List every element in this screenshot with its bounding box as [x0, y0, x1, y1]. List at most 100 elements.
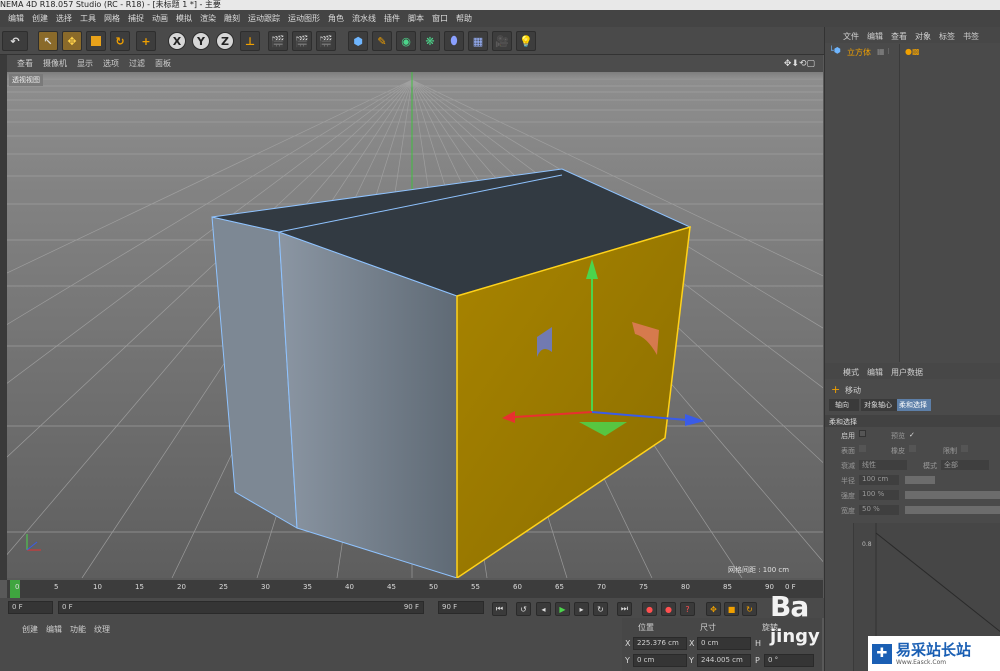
menu-select[interactable]: 选择 [56, 13, 72, 24]
menu-help[interactable]: 帮助 [456, 13, 472, 24]
tab-axis[interactable]: 轴向 [829, 399, 859, 411]
render-settings-icon[interactable]: 🎬 [316, 31, 336, 51]
strength-field[interactable]: 100 % [859, 490, 899, 500]
light-icon[interactable]: 💡 [516, 31, 536, 51]
menu-render[interactable]: 渲染 [200, 13, 216, 24]
go-to-end-icon[interactable]: ⏭ [617, 602, 632, 616]
am-menu-mode[interactable]: 模式 [843, 367, 859, 378]
render-picture-viewer-icon[interactable]: 🎬 [292, 31, 312, 51]
key-position-icon[interactable]: ✥ [706, 602, 721, 616]
strength-slider[interactable] [905, 491, 1000, 499]
cube-object-icon[interactable]: ⬢ [348, 31, 368, 51]
preview-range-slider[interactable]: 0 F 90 F [58, 601, 424, 614]
viewport-nav-icons[interactable]: ✥⬇⟲▢ [784, 59, 815, 69]
surface-checkbox[interactable] [859, 445, 866, 452]
key-scale-icon[interactable]: ■ [724, 602, 739, 616]
limit-checkbox[interactable] [961, 445, 968, 452]
menu-tools[interactable]: 工具 [80, 13, 96, 24]
next-frame-icon[interactable]: ▸ [574, 602, 589, 616]
menu-create[interactable]: 创建 [32, 13, 48, 24]
perspective-viewport[interactable] [7, 72, 823, 578]
transform-icon[interactable]: + [136, 31, 156, 51]
deformer-icon[interactable]: ⬮ [444, 31, 464, 51]
menu-plugins[interactable]: 插件 [384, 13, 400, 24]
viewport-menu-panel[interactable]: 面板 [155, 58, 171, 69]
menu-sculpt[interactable]: 雕刻 [224, 13, 240, 24]
menu-window[interactable]: 窗口 [432, 13, 448, 24]
camera-icon[interactable]: 🎥 [492, 31, 512, 51]
autokey-icon[interactable]: ● [661, 602, 676, 616]
undo-icon[interactable]: ↶ [2, 31, 28, 51]
subdivision-surface-icon[interactable]: ◉ [396, 31, 416, 51]
key-rotation-icon[interactable]: ↻ [742, 602, 757, 616]
y-axis-lock-icon[interactable]: Y [192, 32, 210, 50]
next-key-icon[interactable]: ↻ [593, 602, 608, 616]
live-select-icon[interactable]: ↖ [38, 31, 58, 51]
menu-edit[interactable]: 编辑 [8, 13, 24, 24]
play-icon[interactable]: ▶ [555, 602, 570, 616]
om-menu-view[interactable]: 查看 [891, 31, 907, 42]
width-field[interactable]: 50 % [859, 505, 899, 515]
floor-icon[interactable]: ▦ [468, 31, 488, 51]
tab-object-axis[interactable]: 对象轴心 [861, 399, 897, 411]
rotate-icon[interactable]: ↻ [110, 31, 130, 51]
material-menu-edit[interactable]: 编辑 [46, 624, 62, 635]
end-frame-field[interactable]: 90 F [438, 601, 484, 614]
om-menu-edit[interactable]: 编辑 [867, 31, 883, 42]
previous-frame-icon[interactable]: ◂ [536, 602, 551, 616]
tab-soft-selection[interactable]: 柔和选择 [897, 399, 931, 411]
start-frame-field[interactable]: 0 F [8, 601, 53, 614]
om-menu-tags[interactable]: 标签 [939, 31, 955, 42]
array-icon[interactable]: ❋ [420, 31, 440, 51]
viewport-menu-cameras[interactable]: 摄像机 [43, 58, 67, 69]
menu-character[interactable]: 角色 [328, 13, 344, 24]
move-icon[interactable]: ✥ [62, 31, 82, 51]
enable-checkbox[interactable] [859, 430, 866, 437]
coordinate-system-icon[interactable]: ⊥ [240, 31, 260, 51]
position-y-field[interactable]: 0 cm [633, 654, 687, 667]
am-menu-edit[interactable]: 编辑 [867, 367, 883, 378]
rubber-checkbox[interactable] [909, 445, 916, 452]
scale-icon[interactable] [86, 31, 106, 51]
viewport-menu-view[interactable]: 查看 [17, 58, 33, 69]
x-axis-lock-icon[interactable]: X [168, 32, 186, 50]
render-view-icon[interactable]: 🎬 [268, 31, 288, 51]
viewport-menu-filter[interactable]: 过滤 [129, 58, 145, 69]
viewport-menu-display[interactable]: 显示 [77, 58, 93, 69]
go-to-start-icon[interactable]: ⏮ [492, 602, 507, 616]
menu-script[interactable]: 脚本 [408, 13, 424, 24]
z-axis-lock-icon[interactable]: Z [216, 32, 234, 50]
width-slider[interactable] [905, 506, 1000, 514]
object-name[interactable]: 立方体 [847, 47, 871, 58]
object-row-cube[interactable]: └⬢ 立方体 ▦ ⁝ ●▩ [825, 45, 1000, 58]
menu-animate[interactable]: 动画 [152, 13, 168, 24]
spline-pen-icon[interactable]: ✎ [372, 31, 392, 51]
menu-mograph[interactable]: 运动图形 [288, 13, 320, 24]
om-menu-bookmarks[interactable]: 书签 [963, 31, 979, 42]
menu-mesh[interactable]: 网格 [104, 13, 120, 24]
record-icon[interactable]: ● [642, 602, 657, 616]
size-x-field[interactable]: 0 cm [697, 637, 751, 650]
falloff-dropdown[interactable]: 线性 [859, 460, 907, 470]
menu-simulate[interactable]: 模拟 [176, 13, 192, 24]
keyframe-selection-icon[interactable]: ? [680, 602, 695, 616]
size-y-field[interactable]: 244.005 cm [697, 654, 751, 667]
om-menu-objects[interactable]: 对象 [915, 31, 931, 42]
material-menu-function[interactable]: 功能 [70, 624, 86, 635]
tag-icons[interactable]: ●▩ [905, 47, 920, 56]
timeline-ruler[interactable]: 0 5 10 15 20 25 30 35 40 45 50 55 60 65 … [7, 580, 823, 598]
visibility-toggle-icon[interactable]: ▦ ⁝ [877, 47, 890, 56]
menu-snap[interactable]: 捕捉 [128, 13, 144, 24]
om-menu-file[interactable]: 文件 [843, 31, 859, 42]
position-x-field[interactable]: 225.376 cm [633, 637, 687, 650]
radius-slider[interactable] [905, 476, 935, 484]
preview-checkbox[interactable]: ✓ [909, 431, 915, 439]
material-menu-texture[interactable]: 纹理 [94, 624, 110, 635]
viewport-menu-options[interactable]: 选项 [103, 58, 119, 69]
previous-key-icon[interactable]: ↺ [516, 602, 531, 616]
rotation-p-field[interactable]: 0 ° [764, 654, 814, 667]
material-menu-create[interactable]: 创建 [22, 624, 38, 635]
radius-field[interactable]: 100 cm [859, 475, 899, 485]
menu-motion-tracker[interactable]: 运动跟踪 [248, 13, 280, 24]
menu-pipeline[interactable]: 流水线 [352, 13, 376, 24]
